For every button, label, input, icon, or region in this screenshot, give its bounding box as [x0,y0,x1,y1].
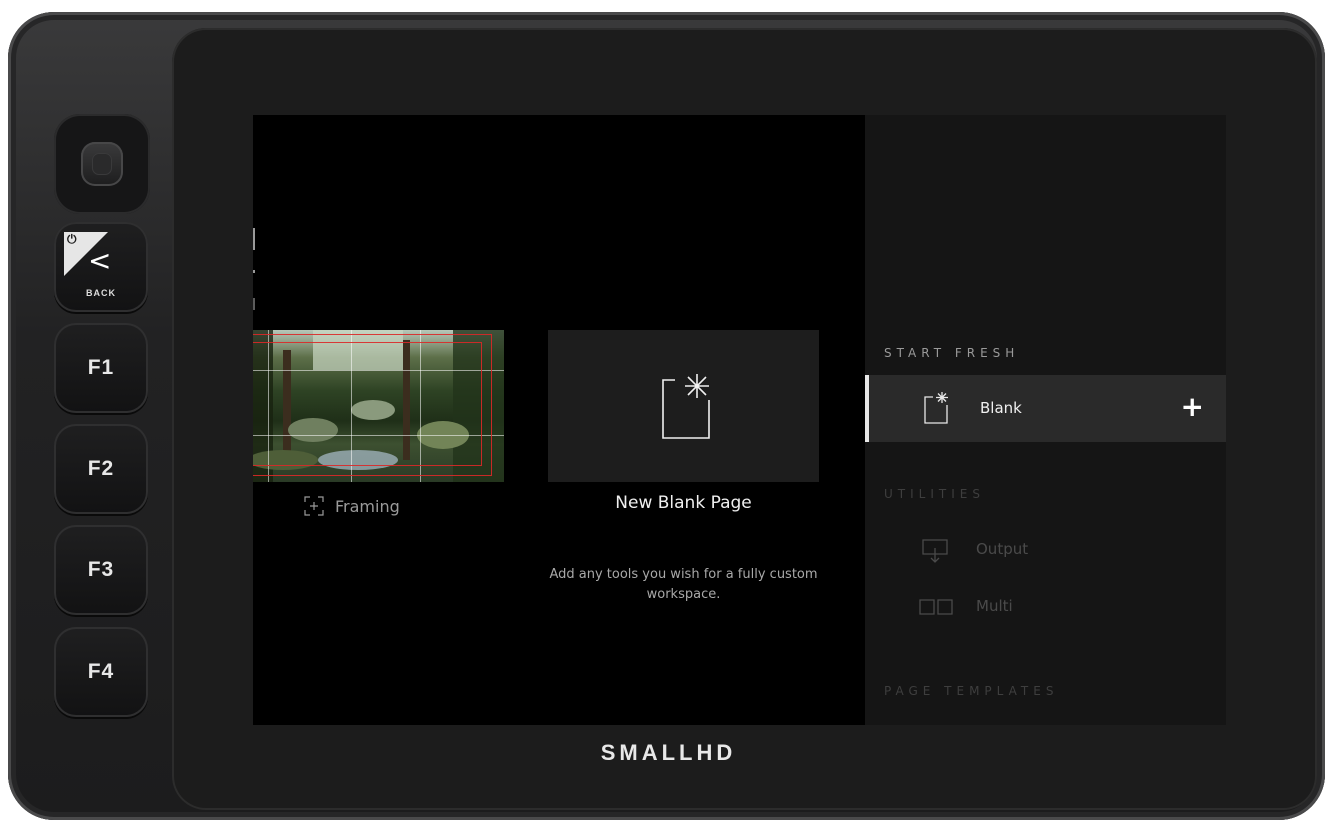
back-label: BACK [86,288,116,298]
blank-page-icon [662,374,710,439]
selection-bar [865,375,869,442]
joystick-icon[interactable] [81,142,123,186]
f3-button[interactable]: F3 [54,525,148,615]
new-page-description: Add any tools you wish for a fully custo… [549,567,818,602]
page-type-panel: START FRESH Blank + UTILITIES Output Mul… [865,115,1226,725]
page-preview-area: Framing New Blank Page Add any tools you… [253,115,865,725]
multi-option[interactable]: Multi [865,587,1226,627]
joystick[interactable] [54,114,150,214]
scroll-indicator-dash [253,298,255,310]
framing-caption: Framing [303,495,400,517]
f1-button[interactable]: F1 [54,323,148,413]
blank-option[interactable]: Blank + [865,375,1226,442]
new-page-title: New Blank Page [615,493,752,513]
output-icon [922,539,948,563]
output-option[interactable]: Output [865,530,1226,570]
back-button[interactable]: ⏻ < BACK [54,222,148,312]
power-icon: ⏻ [67,232,78,246]
scroll-indicator-dot [253,270,255,273]
back-chevron-icon: < [88,244,113,277]
blank-label: Blank [980,399,1022,417]
utilities-heading: UTILITIES [884,487,985,501]
scroll-indicator [253,228,255,250]
f4-button[interactable]: F4 [54,627,148,717]
plus-icon[interactable]: + [1181,392,1204,422]
display-screen: Framing New Blank Page Add any tools you… [253,115,1226,725]
multi-icon [919,599,953,615]
focus-frame-icon [304,496,324,516]
output-label: Output [976,540,1029,558]
blank-page-small-icon [924,392,948,424]
start-fresh-heading: START FRESH [884,346,1020,360]
framing-page-thumbnail[interactable] [253,330,504,482]
framing-label: Framing [335,496,400,516]
brand-logo: SMALLHD [600,740,737,765]
new-blank-page-card[interactable] [548,330,819,482]
f2-button[interactable]: F2 [54,424,148,514]
multi-label: Multi [976,597,1013,615]
page-templates-heading: PAGE TEMPLATES [884,684,1059,698]
